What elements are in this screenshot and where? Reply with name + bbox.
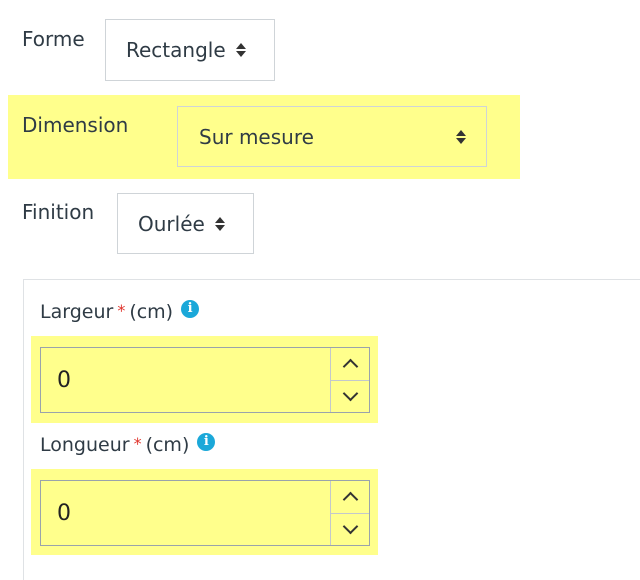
longueur-increment-button[interactable] bbox=[331, 481, 369, 513]
forme-label: Forme bbox=[22, 27, 85, 51]
largeur-unit: (cm) bbox=[129, 301, 174, 323]
dimension-select-value: Sur mesure bbox=[199, 124, 314, 149]
select-arrows-icon bbox=[235, 43, 246, 57]
longueur-decrement-button[interactable] bbox=[331, 512, 369, 546]
largeur-spinner bbox=[330, 348, 369, 412]
info-icon[interactable]: i bbox=[181, 300, 200, 318]
longueur-value: 0 bbox=[57, 500, 71, 526]
largeur-label-text: Largeur bbox=[40, 301, 114, 323]
required-mark: * bbox=[133, 434, 142, 453]
finition-select-value: Ourlée bbox=[138, 211, 205, 236]
largeur-decrement-button[interactable] bbox=[331, 379, 369, 413]
largeur-value: 0 bbox=[57, 367, 71, 393]
select-arrows-icon bbox=[456, 129, 466, 144]
dimension-label: Dimension bbox=[22, 113, 129, 137]
largeur-input[interactable]: 0 bbox=[40, 347, 370, 413]
chevron-up-icon bbox=[342, 491, 358, 508]
chevron-up-icon bbox=[342, 358, 358, 375]
largeur-increment-button[interactable] bbox=[331, 348, 369, 380]
longueur-spinner bbox=[330, 481, 369, 545]
forme-select[interactable]: Rectangle bbox=[105, 19, 275, 81]
select-arrows-icon bbox=[214, 216, 225, 231]
required-mark: * bbox=[117, 301, 126, 320]
info-icon[interactable]: i bbox=[197, 433, 216, 451]
largeur-label: Largeur * (cm) i bbox=[40, 300, 200, 323]
longueur-label: Longueur * (cm) i bbox=[40, 433, 216, 456]
dimension-select[interactable]: Sur mesure bbox=[177, 106, 487, 167]
finition-label: Finition bbox=[22, 200, 95, 224]
forme-select-value: Rectangle bbox=[126, 38, 226, 62]
longueur-input[interactable]: 0 bbox=[40, 480, 370, 546]
chevron-down-icon bbox=[342, 518, 358, 535]
longueur-unit: (cm) bbox=[145, 434, 190, 456]
longueur-label-text: Longueur bbox=[40, 434, 130, 456]
chevron-down-icon bbox=[342, 385, 358, 402]
finition-select[interactable]: Ourlée bbox=[117, 193, 254, 254]
